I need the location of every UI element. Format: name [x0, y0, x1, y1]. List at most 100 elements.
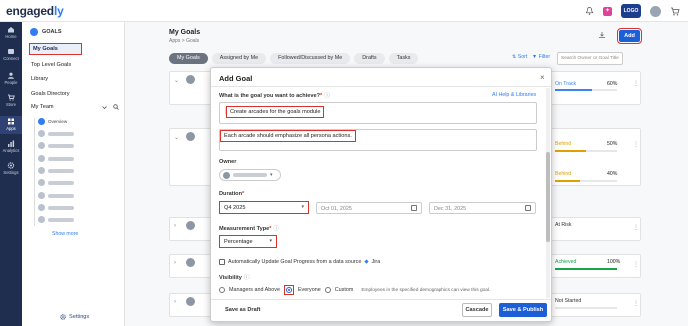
avatar	[38, 216, 45, 223]
team-overview-item[interactable]: Overview	[38, 118, 67, 125]
my-team-row[interactable]: My Team	[31, 104, 119, 110]
more-options-icon[interactable]: ⋮	[633, 261, 639, 268]
save-as-draft-button[interactable]: Save as Draft	[225, 307, 260, 313]
tab-tasks[interactable]: Tasks	[388, 53, 419, 64]
progress-percent: 50%	[607, 141, 618, 147]
sidebar-item-top-level-goals[interactable]: Top Level Goals	[31, 62, 71, 68]
auto-update-checkbox[interactable]	[219, 259, 225, 265]
more-options-icon[interactable]: ⋮	[633, 141, 639, 148]
nav-store[interactable]: Store	[0, 94, 22, 107]
chevron-down-icon: ▾	[269, 238, 272, 244]
apps-launcher-icon[interactable]: ✦	[603, 6, 612, 16]
goals-header: GOALS	[30, 28, 62, 36]
team-member-item[interactable]	[38, 192, 74, 199]
sort-button[interactable]: ⇅ Sort	[512, 54, 527, 60]
close-icon[interactable]: ×	[540, 73, 545, 82]
nav-settings[interactable]: Settings	[0, 162, 22, 175]
status-badge: Not Started	[555, 298, 582, 304]
owner-select[interactable]: ▾	[219, 169, 281, 181]
sidebar-item-goals-directory[interactable]: Goals Directory	[31, 91, 70, 97]
filter-button[interactable]: ▼ Filter	[532, 54, 550, 60]
more-options-icon[interactable]: ⋮	[633, 224, 639, 231]
more-options-icon[interactable]: ⋮	[633, 80, 639, 87]
radio-custom[interactable]	[324, 287, 331, 293]
info-icon[interactable]: ⓘ	[324, 93, 330, 99]
chevron-right-icon[interactable]: ›	[174, 299, 176, 305]
blurred-name	[48, 217, 74, 222]
goal-description-input[interactable]: Each arcade should emphasize all persona…	[220, 130, 356, 142]
chevron-down-icon[interactable]: ⌄	[174, 134, 179, 141]
team-member-item[interactable]	[38, 167, 74, 174]
engagedly-logo[interactable]: engagedly	[6, 4, 64, 18]
sidebar-item-my-goals[interactable]: My Goals	[29, 43, 82, 55]
calendar-icon[interactable]	[525, 205, 531, 211]
add-goal-button[interactable]: Add	[617, 28, 642, 44]
end-date-input[interactable]: Dec 31, 2025	[429, 202, 536, 214]
duration-label-text: Duration	[219, 191, 242, 197]
radio-managers-and-above[interactable]	[219, 287, 225, 293]
show-more-link[interactable]: Show more	[52, 231, 78, 237]
tab-my-goals[interactable]: My Goals	[169, 53, 208, 64]
bell-icon[interactable]	[585, 6, 594, 16]
nav-store-label: Store	[5, 102, 16, 107]
modal-scrollbar-thumb[interactable]	[546, 152, 550, 242]
save-and-publish-button[interactable]: Save & Publish	[499, 303, 547, 317]
user-avatar[interactable]	[650, 5, 661, 17]
top-header: engagedly ✦ LOGO	[0, 0, 688, 22]
nav-people[interactable]: People	[0, 72, 22, 85]
overview-icon	[38, 118, 45, 125]
sidebar-item-library[interactable]: Library	[31, 76, 48, 82]
measurement-type-label: Measurement Type* ⓘ	[219, 224, 279, 232]
everyone-label: Everyone	[297, 287, 321, 293]
apps-grid-icon	[8, 118, 14, 125]
nav-home[interactable]: Home	[0, 26, 22, 39]
nav-analytics[interactable]: Analytics	[0, 140, 22, 153]
team-member-item[interactable]	[38, 216, 74, 223]
goal-title-input[interactable]: Create arcades for the goals module	[226, 106, 325, 118]
nav-connect[interactable]: Connect	[0, 48, 22, 61]
team-member-item[interactable]	[38, 130, 74, 137]
more-options-icon[interactable]: ⋮	[633, 300, 639, 307]
auto-update-label: Automatically Update Goal Progress from …	[228, 259, 362, 265]
cart-icon[interactable]	[670, 7, 680, 16]
settings-label: Settings	[69, 314, 90, 320]
team-member-item[interactable]	[38, 142, 74, 149]
organization-logo: LOGO	[621, 4, 641, 18]
tab-drafts[interactable]: Drafts	[354, 53, 385, 64]
breadcrumb[interactable]: Apps > Goals	[169, 38, 199, 44]
visibility-label-text: Visibility	[219, 275, 242, 281]
progress-percent: 40%	[607, 171, 618, 177]
avatar	[38, 130, 45, 137]
start-date-input[interactable]: Oct 01, 2025	[316, 202, 422, 214]
cascade-button[interactable]: Cascade	[462, 303, 492, 317]
chevron-right-icon[interactable]: ›	[174, 223, 176, 229]
info-icon[interactable]: ⓘ	[273, 226, 279, 232]
sidebar-item-label: My Goals	[33, 46, 58, 52]
chevron-right-icon[interactable]: ›	[174, 260, 176, 266]
chevron-down-icon[interactable]: ⌄	[174, 77, 179, 84]
measurement-type-select[interactable]: Percentage ▾	[219, 235, 277, 248]
team-member-item[interactable]	[38, 179, 74, 186]
info-icon[interactable]: ⓘ	[244, 275, 250, 281]
download-icon[interactable]	[598, 31, 606, 39]
search-input[interactable]: Search Owner or Goal Title	[557, 52, 623, 65]
chevron-down-icon[interactable]	[102, 105, 107, 110]
team-member-item[interactable]	[38, 155, 74, 162]
status-badge: Behind	[555, 171, 572, 177]
radio-everyone[interactable]	[285, 287, 292, 293]
ai-help-libraries-link[interactable]: AI Help & Libraries	[492, 92, 536, 98]
connect-icon	[8, 49, 14, 54]
blurred-name	[48, 168, 74, 173]
avatar	[38, 179, 45, 186]
nav-apps[interactable]: Apps	[0, 116, 22, 134]
duration-select[interactable]: Q4 2025 ▾	[219, 201, 309, 214]
team-member-item[interactable]	[38, 204, 74, 211]
tab-followed-discussed[interactable]: Followed/Discussed by Me	[270, 53, 351, 64]
end-date-value: Dec 31, 2025	[434, 206, 467, 212]
tab-assigned-by-me[interactable]: Assigned by Me	[211, 53, 267, 64]
calendar-icon[interactable]	[411, 205, 417, 211]
search-icon[interactable]	[113, 104, 119, 110]
avatar	[186, 132, 195, 141]
goals-header-label: GOALS	[42, 29, 62, 35]
goals-settings-link[interactable]: Settings	[60, 314, 89, 320]
